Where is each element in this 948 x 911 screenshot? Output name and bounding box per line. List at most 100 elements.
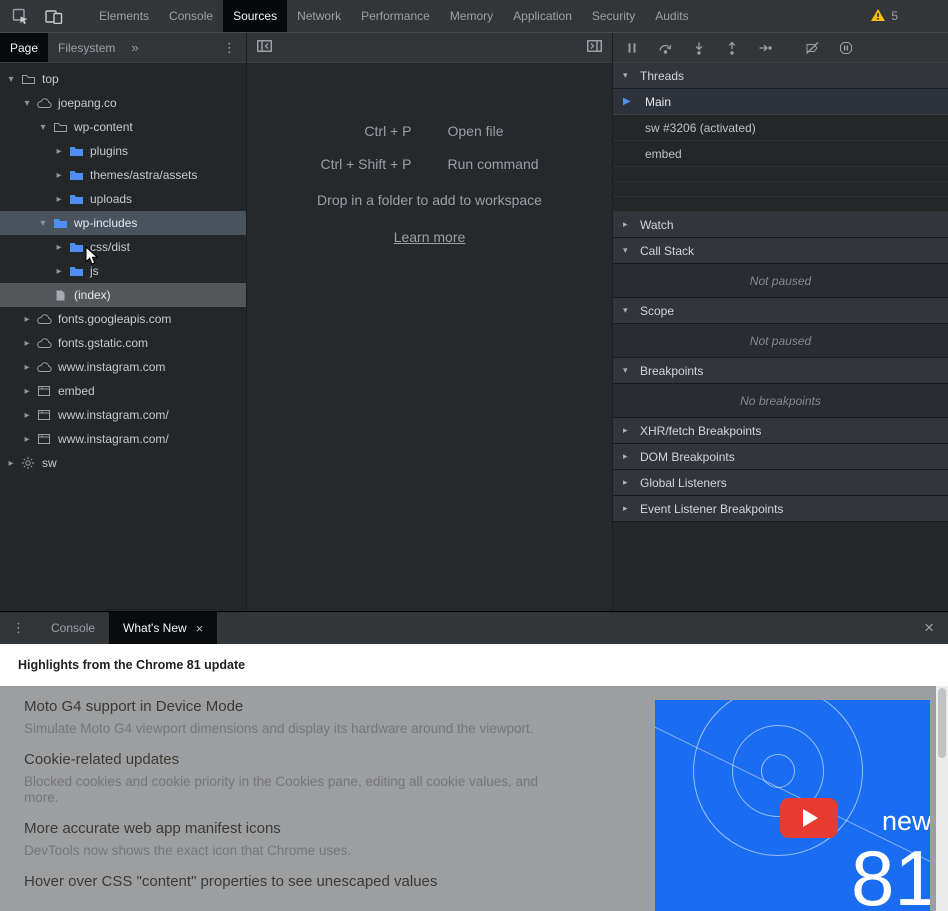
- device-toolbar-icon[interactable]: [45, 9, 63, 24]
- file-tree: ▾top▾joepang.co▾wp-content▸plugins▸theme…: [0, 63, 246, 611]
- section-watch[interactable]: ▸Watch: [613, 212, 948, 238]
- toggle-navigator-icon[interactable]: [257, 40, 272, 55]
- cloud-icon: [34, 361, 54, 373]
- step-into-icon[interactable]: [692, 41, 706, 55]
- shortcut-hints: Ctrl + POpen fileCtrl + Shift + PRun com…: [320, 123, 538, 172]
- drawer-tab-what-s-new[interactable]: What's New×: [109, 612, 217, 644]
- chevron-right-icon: ▸: [623, 425, 635, 436]
- tree-item-www-instagram-com[interactable]: ▸www.instagram.com/: [0, 427, 246, 451]
- tree-item-www-instagram-com[interactable]: ▸www.instagram.com/: [0, 403, 246, 427]
- navigator-tabbar: PageFilesystem » ⋮: [0, 33, 246, 63]
- tree-item-fonts-googleapis-com[interactable]: ▸fonts.googleapis.com: [0, 307, 246, 331]
- chevron-right-icon[interactable]: ▸: [20, 434, 34, 445]
- navigator-tab-filesystem[interactable]: Filesystem: [48, 33, 125, 62]
- drawer-tab-label: Console: [51, 621, 95, 635]
- chevron-down-icon[interactable]: ▾: [20, 98, 34, 109]
- tree-item-www-instagram-com[interactable]: ▸www.instagram.com: [0, 355, 246, 379]
- tree-item-themes-astra-assets[interactable]: ▸ themes/astra/assets: [0, 163, 246, 187]
- drawer-menu-icon[interactable]: ⋮: [0, 612, 37, 644]
- pause-on-exceptions-icon[interactable]: [839, 41, 853, 55]
- close-drawer-icon[interactable]: ×: [910, 612, 948, 644]
- tree-item-wp-includes[interactable]: ▾ wp-includes: [0, 211, 246, 235]
- main-tab-elements[interactable]: Elements: [89, 0, 159, 32]
- main-tab-application[interactable]: Application: [503, 0, 582, 32]
- navigator-tab-page[interactable]: Page: [0, 33, 48, 62]
- drawer-tab-console[interactable]: Console: [37, 612, 109, 644]
- main-tab-performance[interactable]: Performance: [351, 0, 440, 32]
- whatsnew-video-thumbnail[interactable]: new 81: [655, 700, 930, 911]
- section-xhr-fetch-breakpoints[interactable]: ▸XHR/fetch Breakpoints: [613, 418, 948, 444]
- thread-label: Main: [645, 95, 671, 109]
- debugger-sections: ▾Threads▶Mainsw #3206 (activated)embed ▸W…: [613, 63, 948, 522]
- chevron-right-icon[interactable]: ▸: [52, 170, 66, 181]
- main-tab-security[interactable]: Security: [582, 0, 645, 32]
- tree-item-label: wp-content: [74, 120, 133, 134]
- deactivate-breakpoints-icon[interactable]: [805, 41, 820, 55]
- navigator-menu-icon[interactable]: ⋮: [213, 33, 246, 62]
- main-tab-audits[interactable]: Audits: [645, 0, 698, 32]
- scrollbar-thumb[interactable]: [938, 688, 946, 758]
- section-threads[interactable]: ▾Threads: [613, 63, 948, 89]
- chevron-right-icon[interactable]: ▸: [52, 146, 66, 157]
- tree-item-label: wp-includes: [74, 216, 137, 230]
- tree-item-sw[interactable]: ▸sw: [0, 451, 246, 475]
- step-out-icon[interactable]: [725, 41, 739, 55]
- main-tab-memory[interactable]: Memory: [440, 0, 503, 32]
- chevron-right-icon: ▸: [623, 477, 635, 488]
- toggle-debugger-sidebar-icon[interactable]: [587, 40, 602, 55]
- scrollbar-track[interactable]: [936, 686, 948, 911]
- thread-embed[interactable]: embed: [613, 141, 948, 167]
- shortcut-keys: Ctrl + Shift + P: [320, 156, 411, 172]
- tree-item-index[interactable]: (index): [0, 283, 246, 307]
- editor-topbar: [247, 33, 612, 63]
- inspect-element-icon[interactable]: [12, 8, 29, 24]
- chevron-right-icon: ▸: [623, 219, 635, 230]
- tree-item-js[interactable]: ▸js: [0, 259, 246, 283]
- step-over-icon[interactable]: [658, 41, 673, 55]
- chevron-down-icon[interactable]: ▾: [4, 74, 18, 85]
- main-tab-sources[interactable]: Sources: [223, 0, 287, 32]
- chevron-right-icon[interactable]: ▸: [20, 386, 34, 397]
- section-event-listener-breakpoints[interactable]: ▸Event Listener Breakpoints: [613, 496, 948, 522]
- chevron-right-icon[interactable]: ▸: [4, 458, 18, 469]
- section-dom-breakpoints[interactable]: ▸DOM Breakpoints: [613, 444, 948, 470]
- tree-item-wp-content[interactable]: ▾ wp-content: [0, 115, 246, 139]
- chevron-down-icon[interactable]: ▾: [36, 122, 50, 133]
- chevron-right-icon[interactable]: ▸: [20, 338, 34, 349]
- youtube-play-icon[interactable]: [780, 798, 838, 838]
- chevron-right-icon: ▸: [623, 451, 635, 462]
- section-breakpoints[interactable]: ▾Breakpoints: [613, 358, 948, 384]
- section-empty-state: No breakpoints: [613, 384, 948, 418]
- section-call-stack[interactable]: ▾Call Stack: [613, 238, 948, 264]
- tree-item-uploads[interactable]: ▸uploads: [0, 187, 246, 211]
- tree-item-css-dist[interactable]: ▸css/dist: [0, 235, 246, 259]
- step-icon[interactable]: [758, 41, 773, 55]
- tree-item-joepang-co[interactable]: ▾joepang.co: [0, 91, 246, 115]
- pause-icon[interactable]: [625, 41, 639, 55]
- chevron-right-icon[interactable]: ▸: [20, 410, 34, 421]
- chevron-right-icon[interactable]: ▸: [20, 314, 34, 325]
- tree-item-embed[interactable]: ▸embed: [0, 379, 246, 403]
- thread-main[interactable]: ▶Main: [613, 89, 948, 115]
- tree-item-label: themes/astra/assets: [90, 168, 197, 182]
- chevron-right-icon[interactable]: ▸: [52, 266, 66, 277]
- console-warning-counter[interactable]: 5: [870, 0, 948, 32]
- folder-blue-icon: [66, 193, 86, 206]
- section-global-listeners[interactable]: ▸Global Listeners: [613, 470, 948, 496]
- tree-item-top[interactable]: ▾top: [0, 67, 246, 91]
- learn-more-link[interactable]: Learn more: [394, 229, 466, 245]
- tree-item-fonts-gstatic-com[interactable]: ▸fonts.gstatic.com: [0, 331, 246, 355]
- drawer-tabbar: ⋮ Console What's New× ×: [0, 612, 948, 644]
- tree-item-plugins[interactable]: ▸plugins: [0, 139, 246, 163]
- section-empty-state: Not paused: [613, 324, 948, 358]
- chevron-down-icon[interactable]: ▾: [36, 218, 50, 229]
- chevron-right-icon[interactable]: ▸: [52, 194, 66, 205]
- more-tabs-icon[interactable]: »: [125, 33, 144, 62]
- section-scope[interactable]: ▾Scope: [613, 298, 948, 324]
- chevron-right-icon[interactable]: ▸: [20, 362, 34, 373]
- close-tab-icon[interactable]: ×: [196, 621, 204, 636]
- thread-sw-3206-activated[interactable]: sw #3206 (activated): [613, 115, 948, 141]
- chevron-right-icon[interactable]: ▸: [52, 242, 66, 253]
- main-tab-network[interactable]: Network: [287, 0, 351, 32]
- main-tab-console[interactable]: Console: [159, 0, 223, 32]
